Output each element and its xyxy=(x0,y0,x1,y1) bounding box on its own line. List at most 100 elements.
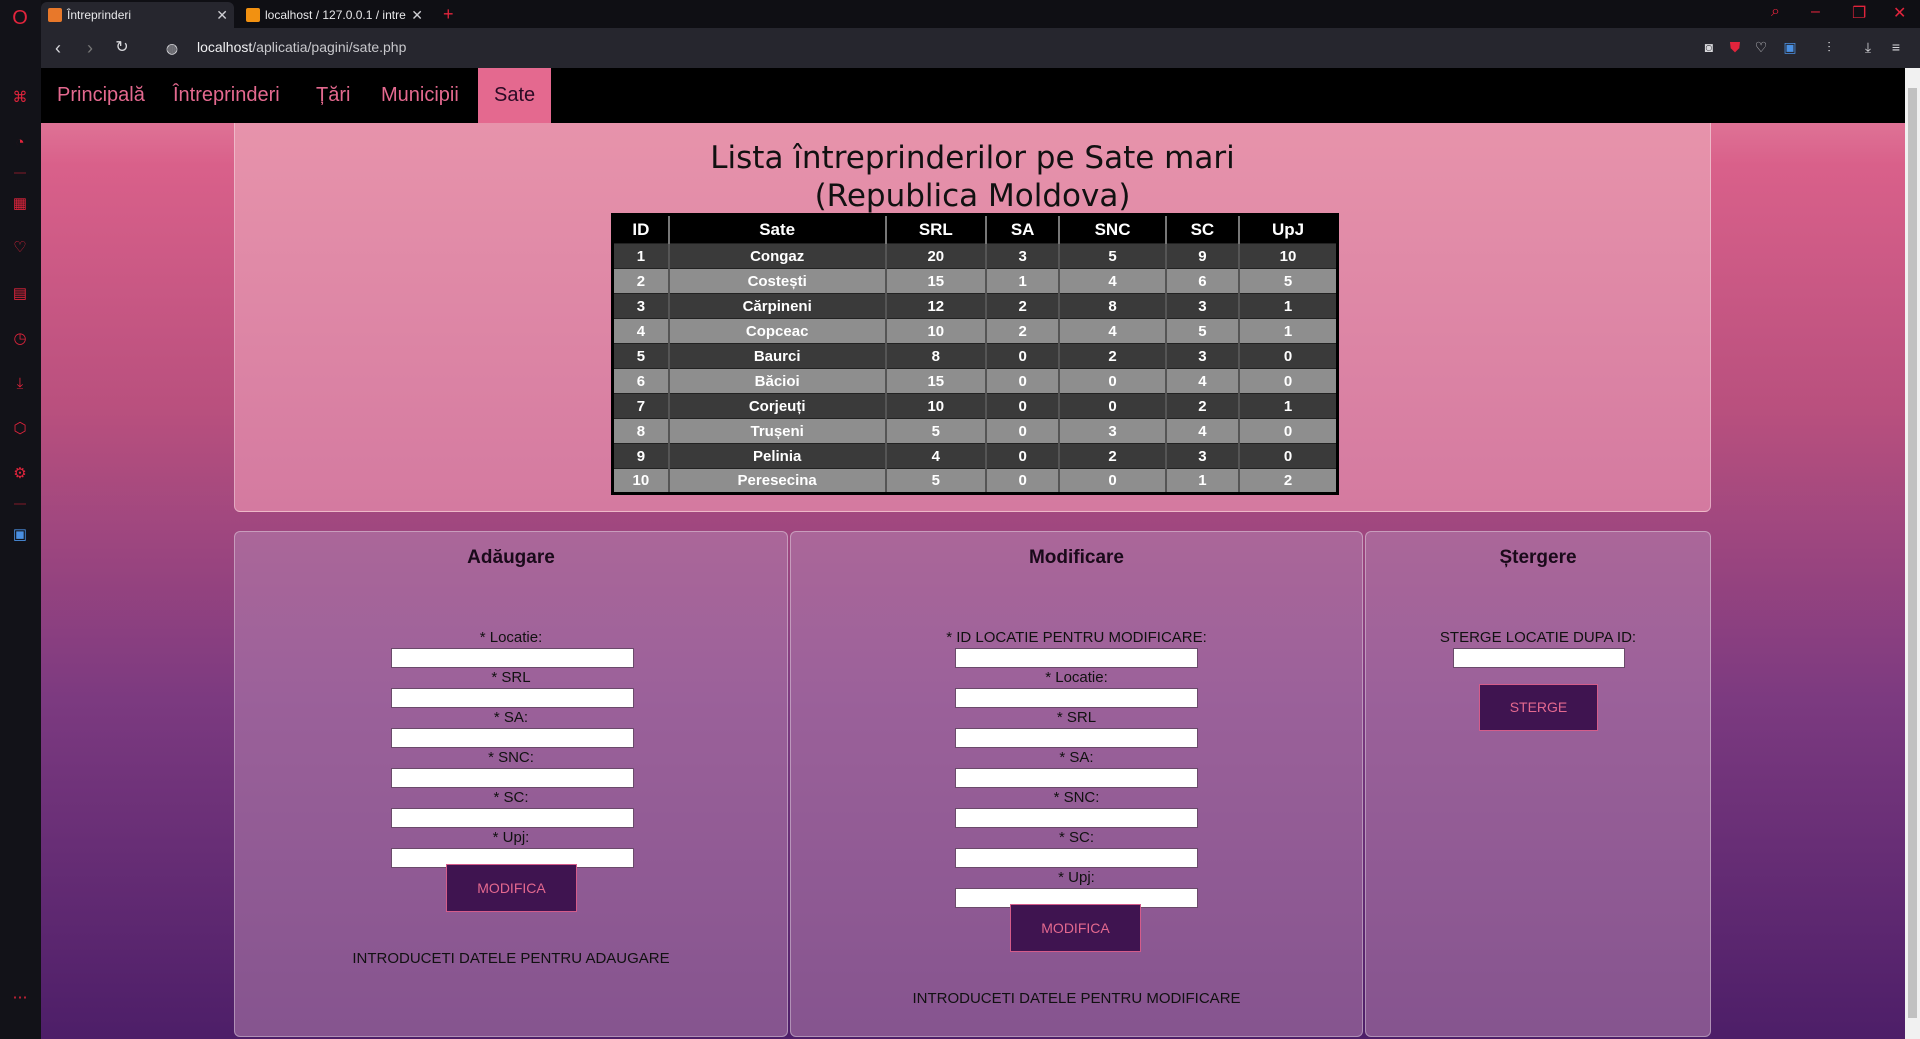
add-sa-input[interactable] xyxy=(391,728,634,748)
grid-apps-icon[interactable]: ▦ xyxy=(10,194,30,214)
table-row: 10 Peresecina 5 0 0 1 2 xyxy=(612,468,1338,494)
delete-heading: Ștergere xyxy=(1499,547,1577,568)
tab-phpmyadmin[interactable]: localhost / 127.0.0.1 / intre ✕ xyxy=(239,2,429,28)
close-tab-icon[interactable]: ✕ xyxy=(216,2,228,28)
modify-snc-label: * SNC: xyxy=(1053,789,1100,806)
cell: 0 xyxy=(986,443,1061,469)
url-host: localhost xyxy=(197,39,253,55)
title-line-2: (Republica Moldova) xyxy=(814,178,1131,214)
modify-sa-input[interactable] xyxy=(955,768,1198,788)
modify-id-label: * ID LOCATIE PENTRU MODIFICARE: xyxy=(946,629,1207,646)
nav-tari[interactable]: Țări xyxy=(300,68,366,123)
more-options-icon[interactable]: ⋯ xyxy=(10,988,30,1008)
scrollbar-thumb[interactable] xyxy=(1908,88,1917,1018)
cell: Congaz xyxy=(668,243,887,269)
news-icon[interactable]: ▤ xyxy=(10,284,30,304)
modify-id-input[interactable] xyxy=(955,648,1198,668)
cell: 4 xyxy=(1059,268,1167,294)
add-snc-input[interactable] xyxy=(391,768,634,788)
add-note: INTRODUCETI DATELE PENTRU ADAUGARE xyxy=(352,950,670,967)
cell: 2 xyxy=(986,318,1061,344)
delete-id-input[interactable] xyxy=(1453,648,1625,668)
speed-dial-icon[interactable]: ◔ xyxy=(10,133,30,153)
reload-icon[interactable]: ↻ xyxy=(111,37,133,59)
cell: 5 xyxy=(612,343,670,369)
cell: 3 xyxy=(1165,443,1241,469)
cell: 2 xyxy=(1239,468,1338,494)
add-srl-input[interactable] xyxy=(391,688,634,708)
site-info-globe-icon[interactable]: ◍ xyxy=(161,37,183,59)
tab-title: Întreprinderi xyxy=(67,8,132,22)
close-window-icon[interactable]: ✕ xyxy=(1893,3,1906,23)
cell: 6 xyxy=(612,368,670,394)
table-row: 3 Cărpineni 12 2 8 3 1 xyxy=(612,293,1338,319)
add-submit-button[interactable]: MODIFICA xyxy=(446,864,577,912)
forward-icon[interactable]: › xyxy=(79,37,101,59)
cell: Corjeuți xyxy=(668,393,887,419)
new-tab-plus-icon[interactable]: + xyxy=(443,2,454,26)
browser-sidebar: O ⌘ ◔ ▦ ♡ ▤ ◷ ⤓ ⬡ ⚙ ▣ ⋯ xyxy=(0,0,41,1039)
phpmyadmin-favicon-icon xyxy=(246,8,260,22)
vertical-scrollbar[interactable] xyxy=(1905,68,1920,1039)
cell: 5 xyxy=(1165,318,1241,344)
minimize-icon[interactable]: – xyxy=(1811,3,1820,21)
cell: 6 xyxy=(1165,268,1241,294)
modify-srl-input[interactable] xyxy=(955,728,1198,748)
cell: 5 xyxy=(1239,268,1338,294)
opera-logo-icon[interactable]: O xyxy=(10,8,30,28)
cell: 4 xyxy=(612,318,670,344)
tab-intreprinderi[interactable]: Întreprinderi ✕ xyxy=(41,2,234,28)
heart-icon[interactable]: ♡ xyxy=(10,238,30,258)
modify-snc-input[interactable] xyxy=(955,808,1198,828)
menu-icon[interactable]: ≡ xyxy=(1887,38,1905,56)
delete-submit-button[interactable]: STERGE xyxy=(1479,684,1598,731)
add-snc-label: * SNC: xyxy=(488,749,534,766)
modify-note: INTRODUCETI DATELE PENTRU MODIFICARE xyxy=(912,990,1241,1007)
modify-locatie-input[interactable] xyxy=(955,688,1198,708)
close-tab-icon[interactable]: ✕ xyxy=(411,2,423,28)
nav-sate[interactable]: Sate xyxy=(478,68,552,123)
download-icon[interactable]: ⤓ xyxy=(1859,38,1877,56)
add-locatie-input[interactable] xyxy=(391,648,634,668)
adblock-shield-icon[interactable]: ⛊ xyxy=(1726,38,1744,56)
modify-upj-label: * Upj: xyxy=(1058,869,1095,886)
cell: Trușeni xyxy=(668,418,887,444)
cell: 7 xyxy=(612,393,670,419)
cell: 4 xyxy=(1165,368,1241,394)
translate-ext-icon[interactable]: ▣ xyxy=(1781,38,1799,56)
cell: 3 xyxy=(612,293,670,319)
cell: 4 xyxy=(1059,318,1167,344)
easy-setup-icon[interactable]: ⫶ xyxy=(1820,38,1838,56)
translate-icon[interactable]: ▣ xyxy=(10,525,30,545)
history-clock-icon[interactable]: ◷ xyxy=(10,329,30,349)
bookmark-heart-icon[interactable]: ♡ xyxy=(1752,38,1770,56)
nav-intreprinderi[interactable]: Întreprinderi xyxy=(157,68,296,123)
restore-icon[interactable]: ❐ xyxy=(1852,3,1866,23)
cell: Costești xyxy=(668,268,887,294)
snapshot-camera-icon[interactable]: ◙ xyxy=(1700,38,1718,56)
back-icon[interactable]: ‹ xyxy=(47,37,69,59)
url-field[interactable]: localhost/aplicatia/pagini/sate.php xyxy=(197,39,406,55)
modify-submit-button[interactable]: MODIFICA xyxy=(1010,904,1141,952)
sidebar-divider xyxy=(14,172,26,174)
nav-principala[interactable]: Principală xyxy=(41,68,161,123)
cell: 4 xyxy=(885,443,988,469)
table-row: 8 Trușeni 5 0 3 4 0 xyxy=(612,418,1338,444)
gamepad-icon[interactable]: ⌘ xyxy=(10,88,30,108)
downloads-icon[interactable]: ⤓ xyxy=(10,374,30,394)
extensions-cube-icon[interactable]: ⬡ xyxy=(10,419,30,439)
cell: 0 xyxy=(986,393,1061,419)
nav-municipii[interactable]: Municipii xyxy=(365,68,475,123)
modify-sc-input[interactable] xyxy=(955,848,1198,868)
cell: 2 xyxy=(1165,393,1241,419)
tab-bar: Întreprinderi ✕ localhost / 127.0.0.1 / … xyxy=(41,0,1920,28)
tab-search-icon[interactable]: ⌕ xyxy=(1771,3,1780,21)
cell: 0 xyxy=(986,468,1061,494)
cell: Copceac xyxy=(668,318,887,344)
cell: 8 xyxy=(885,343,988,369)
settings-gear-icon[interactable]: ⚙ xyxy=(10,464,30,484)
cell: 10 xyxy=(612,468,670,494)
add-sc-input[interactable] xyxy=(391,808,634,828)
cell: 5 xyxy=(885,468,988,494)
add-sc-label: * SC: xyxy=(493,789,529,806)
